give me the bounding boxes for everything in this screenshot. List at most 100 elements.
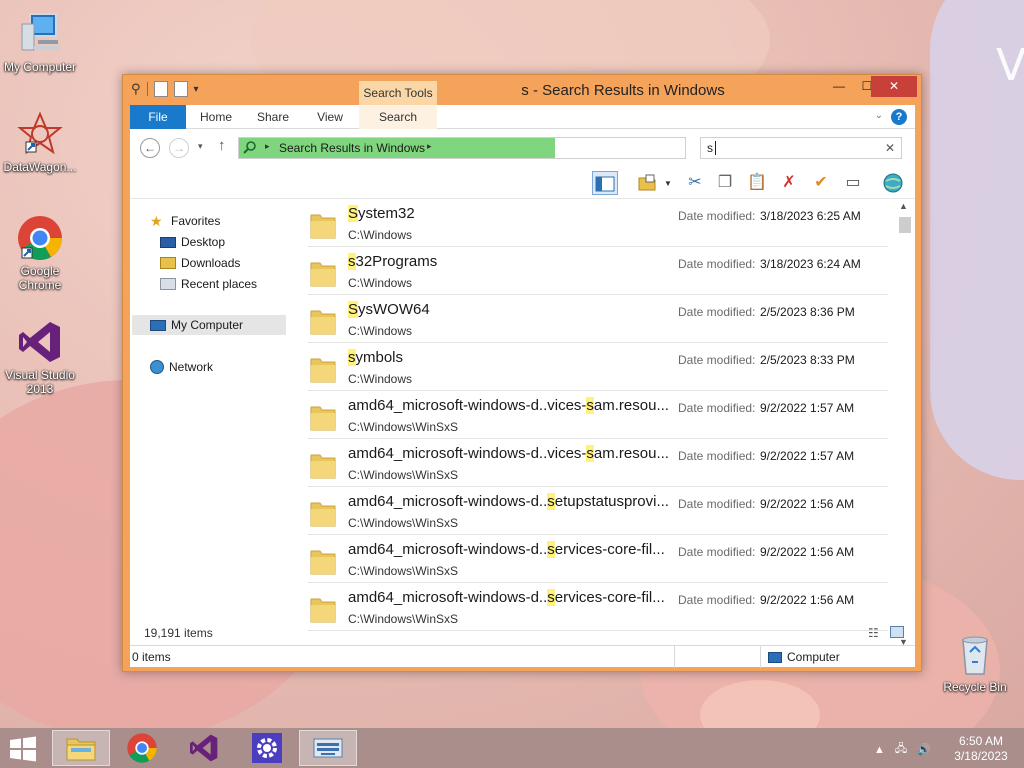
properties-icon[interactable] [153, 81, 168, 97]
search-match-highlight: s [586, 397, 594, 414]
copy-icon: ❐ [717, 174, 733, 191]
taskbar-google-chrome[interactable] [113, 730, 171, 766]
search-match-highlight: s [348, 349, 356, 366]
chevron-right-icon[interactable]: ▸ [265, 141, 270, 152]
search-tools-context-tab: Search Tools [359, 81, 437, 105]
date-modified-label: Date modified: [678, 449, 756, 463]
taskbar-settings[interactable] [238, 730, 296, 766]
recent-locations-icon[interactable]: ▾ [198, 141, 203, 152]
properties-icon: ▭ [845, 174, 861, 191]
address-bar[interactable]: ▸ Search Results in Windows ▸ ⌄ ✕ [238, 137, 787, 159]
help-icon[interactable]: ? [891, 109, 907, 125]
file-path: C:\Windows [348, 324, 413, 338]
chevron-right-icon[interactable]: ▸ [427, 141, 432, 152]
sidebar-item-network[interactable]: Network [150, 357, 213, 377]
location-status: Computer [768, 650, 840, 664]
preview-pane-button[interactable] [592, 171, 618, 195]
search-input[interactable]: s ✕ [700, 137, 902, 159]
close-button[interactable]: ✕ [871, 76, 917, 97]
list-item[interactable]: symbols C:\Windows Date modified: 2/5/20… [308, 343, 888, 391]
desktop-icon-label: Recycle Bin [943, 680, 1007, 694]
date-modified-value: 3/18/2023 6:24 AM [760, 257, 861, 271]
sidebar-item-label: Recent places [181, 277, 258, 291]
change-view-button[interactable] [634, 171, 660, 195]
sidebar-item-label: Network [169, 360, 214, 374]
network-icon[interactable]: 🖧 [895, 740, 907, 759]
paste-button[interactable]: 📋 [744, 171, 770, 195]
tab-search[interactable]: Search [359, 105, 437, 129]
file-name: amd64_microsoft-windows-d..vices-sam.res… [348, 445, 669, 462]
desktop-icon-my-computer[interactable]: My Computer [0, 10, 80, 74]
date-modified-label: Date modified: [678, 497, 756, 511]
file-path: C:\Windows [348, 372, 413, 386]
properties-button[interactable]: ▭ [840, 171, 866, 195]
title-bar[interactable]: ⚲ ▾ Search Tools s - Search Results in W… [123, 75, 921, 105]
chevron-down-icon[interactable]: ▾ [194, 84, 199, 95]
file-name: amd64_microsoft-windows-d..services-core… [348, 589, 665, 606]
copy-button[interactable]: ❐ [712, 171, 738, 195]
taskbar-file-explorer[interactable] [52, 730, 110, 766]
desktop-icon-recycle-bin[interactable]: Recycle Bin [935, 630, 1015, 694]
date-modified-label: Date modified: [678, 257, 756, 271]
list-item[interactable]: SysWOW64 C:\Windows Date modified: 2/5/2… [308, 295, 888, 343]
search-icon[interactable]: ⚲ [131, 81, 141, 97]
file-name: s32Programs [348, 253, 438, 270]
volume-icon[interactable]: 🔊 [917, 743, 931, 756]
tab-home[interactable]: Home [188, 105, 244, 129]
show-hidden-icons-icon[interactable]: ▲ [874, 744, 885, 756]
desktop-icon-visual-studio[interactable]: Visual Studio 2013 [0, 318, 80, 396]
folder-icon [310, 502, 336, 527]
address-breadcrumb[interactable]: Search Results in Windows [279, 141, 425, 155]
list-item[interactable]: amd64_microsoft-windows-d..setupstatuspr… [308, 487, 888, 535]
list-item[interactable]: amd64_microsoft-windows-d..vices-sam.res… [308, 439, 888, 487]
sidebar-item-desktop[interactable]: Desktop [160, 232, 225, 252]
folder-icon [310, 406, 336, 431]
list-item[interactable]: amd64_microsoft-windows-d..vices-sam.res… [308, 391, 888, 439]
list-item[interactable]: amd64_microsoft-windows-d..services-core… [308, 583, 888, 631]
list-item[interactable]: System32 C:\Windows Date modified: 3/18/… [308, 199, 888, 247]
scrollbar-thumb[interactable] [899, 217, 911, 233]
delete-button[interactable]: ✗ [776, 171, 802, 195]
keyboard-icon [313, 738, 343, 758]
tiles-view-icon[interactable] [890, 626, 904, 638]
tab-file[interactable]: File [130, 105, 186, 129]
file-path: C:\Windows\WinSxS [348, 612, 459, 626]
chevron-down-icon[interactable]: ▼ [664, 179, 672, 188]
date-modified-value: 9/2/2022 1:56 AM [760, 545, 855, 559]
forward-button[interactable]: → [169, 138, 189, 158]
details-view-icon[interactable]: ☷ [868, 626, 879, 640]
minimize-button[interactable]: — [825, 76, 853, 97]
taskbar-on-screen-keyboard[interactable] [299, 730, 357, 766]
file-name: SysWOW64 [348, 301, 430, 318]
sidebar-item-my-computer[interactable]: My Computer [132, 315, 286, 335]
expand-ribbon-icon[interactable]: ⌄ [875, 110, 883, 121]
cut-button[interactable]: ✂ [682, 171, 708, 195]
scroll-up-icon[interactable]: ▲ [899, 201, 908, 211]
sidebar-item-favorites[interactable]: ★ Favorites [150, 211, 220, 231]
taskbar-visual-studio[interactable] [175, 730, 233, 766]
globe-button[interactable] [880, 171, 906, 195]
back-button[interactable]: ← [140, 138, 160, 158]
computer-icon [16, 10, 64, 58]
up-button[interactable]: ↑ [218, 137, 226, 154]
clock[interactable]: 6:50 AM 3/18/2023 [946, 734, 1016, 764]
sidebar-item-downloads[interactable]: Downloads [160, 253, 240, 273]
desktop-icon-datawagon[interactable]: DataWagon... [0, 110, 80, 174]
new-folder-icon[interactable] [173, 81, 188, 97]
folder-icon [310, 214, 336, 239]
clear-search-icon[interactable]: ✕ [885, 141, 895, 155]
list-item[interactable]: amd64_microsoft-windows-d..services-core… [308, 535, 888, 583]
date-modified-label: Date modified: [678, 545, 756, 559]
desktop-icon-label: DataWagon... [3, 160, 77, 174]
list-item[interactable]: s32Programs C:\Windows Date modified: 3/… [308, 247, 888, 295]
gear-icon [252, 733, 282, 763]
desktop-icon-google-chrome[interactable]: Google Chrome [0, 214, 80, 292]
tab-share[interactable]: Share [245, 105, 301, 129]
sidebar-item-recent-places[interactable]: Recent places [160, 274, 257, 294]
vertical-scrollbar[interactable]: ▲ ▼ [896, 199, 913, 651]
rename-button[interactable]: ✔ [808, 171, 834, 195]
recycle-bin-icon [951, 630, 999, 678]
start-button[interactable] [8, 736, 38, 762]
tab-view[interactable]: View [302, 105, 358, 129]
wallpaper-text: V [996, 40, 1024, 91]
